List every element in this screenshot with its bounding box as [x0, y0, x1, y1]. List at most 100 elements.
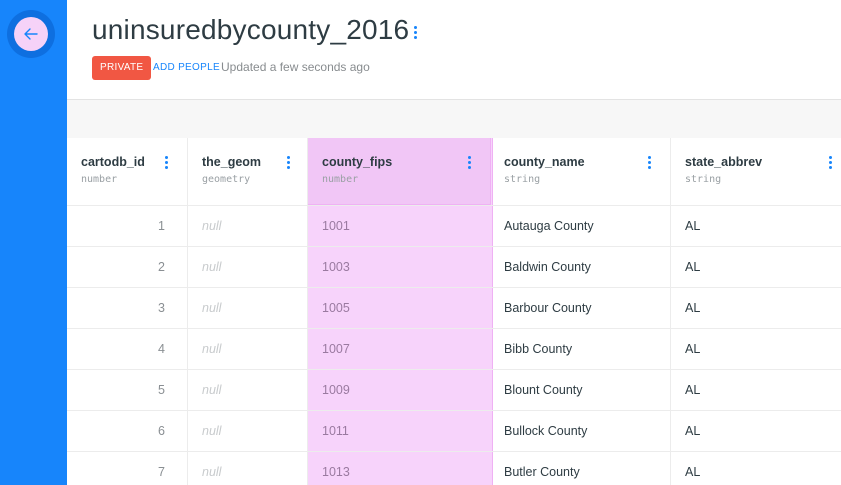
- table-cell-id[interactable]: 6: [67, 411, 188, 451]
- cell-value: Barbour County: [504, 301, 592, 315]
- dataset-options-icon[interactable]: [411, 24, 420, 41]
- table-cell-county[interactable]: Autauga County: [490, 206, 671, 246]
- table-cell-geom[interactable]: null: [188, 247, 308, 287]
- cell-value: Autauga County: [504, 219, 594, 233]
- table-cell-fips[interactable]: 1009: [308, 370, 492, 410]
- column-name: county_name: [504, 155, 585, 169]
- cell-value: 7: [158, 465, 165, 479]
- table-cell-fips[interactable]: 1001: [308, 206, 492, 246]
- add-people-link[interactable]: ADD PEOPLE: [153, 62, 220, 73]
- cell-value: Blount County: [504, 383, 583, 397]
- table-row: 3 null 1005 Barbour County AL: [67, 288, 841, 329]
- table-row: 5 null 1009 Blount County AL: [67, 370, 841, 411]
- column-name: the_geom: [202, 155, 262, 169]
- table-cell-state[interactable]: AL: [671, 370, 841, 410]
- cell-value: AL: [685, 342, 701, 356]
- column-options-icon[interactable]: [162, 154, 171, 171]
- cell-value: AL: [685, 219, 701, 233]
- table-row: 1 null 1001 Autauga County AL: [67, 206, 841, 247]
- table-cell-geom[interactable]: null: [188, 329, 308, 369]
- table-cell-geom[interactable]: null: [188, 288, 308, 328]
- back-button-inner: [14, 17, 48, 51]
- table-cell-county[interactable]: Barbour County: [490, 288, 671, 328]
- table-cell-state[interactable]: AL: [671, 452, 841, 485]
- cell-value: AL: [685, 301, 701, 315]
- table-cell-geom[interactable]: null: [188, 370, 308, 410]
- back-button[interactable]: [7, 10, 55, 58]
- table-header-row: cartodb_id number the_geom geometry coun…: [67, 138, 841, 206]
- cell-value: Butler County: [504, 465, 580, 479]
- column-type: string: [685, 174, 722, 185]
- sidebar: [0, 0, 67, 485]
- cell-value: Bullock County: [504, 424, 588, 438]
- arrow-left-icon: [24, 28, 38, 40]
- cell-value: 1: [158, 219, 165, 233]
- cell-value: AL: [685, 465, 701, 479]
- cell-value: Baldwin County: [504, 260, 591, 274]
- table-cell-fips[interactable]: 1011: [308, 411, 492, 451]
- table-cell-county[interactable]: Bullock County: [490, 411, 671, 451]
- table-cell-state[interactable]: AL: [671, 206, 841, 246]
- table-cell-county[interactable]: Bibb County: [490, 329, 671, 369]
- cell-value: null: [202, 465, 222, 479]
- column-header-cartodb_id[interactable]: cartodb_id number: [67, 138, 188, 205]
- cell-value: 1007: [322, 342, 350, 356]
- column-header-the_geom[interactable]: the_geom geometry: [188, 138, 308, 205]
- column-name: cartodb_id: [81, 155, 145, 169]
- table-row: 4 null 1007 Bibb County AL: [67, 329, 841, 370]
- table-cell-state[interactable]: AL: [671, 247, 841, 287]
- cell-value: 1013: [322, 465, 350, 479]
- table-cell-id[interactable]: 1: [67, 206, 188, 246]
- column-header-county_name[interactable]: county_name string: [490, 138, 671, 205]
- column-header-state_abbrev[interactable]: state_abbrev string: [671, 138, 841, 205]
- table-cell-id[interactable]: 3: [67, 288, 188, 328]
- column-type: string: [504, 174, 541, 185]
- dataset-header: uninsuredbycounty_2016 PRIVATE ADD PEOPL…: [67, 0, 841, 100]
- column-options-icon[interactable]: [645, 154, 654, 171]
- table-cell-id[interactable]: 5: [67, 370, 188, 410]
- cell-value: AL: [685, 383, 701, 397]
- table-cell-geom[interactable]: null: [188, 452, 308, 485]
- table-row: 2 null 1003 Baldwin County AL: [67, 247, 841, 288]
- table-cell-fips[interactable]: 1003: [308, 247, 492, 287]
- cell-value: 6: [158, 424, 165, 438]
- table-cell-id[interactable]: 4: [67, 329, 188, 369]
- column-name: state_abbrev: [685, 155, 763, 169]
- table-cell-geom[interactable]: null: [188, 411, 308, 451]
- cell-value: 1003: [322, 260, 350, 274]
- cell-value: AL: [685, 424, 701, 438]
- column-options-icon[interactable]: [465, 154, 474, 171]
- table-cell-county[interactable]: Butler County: [490, 452, 671, 485]
- cell-value: 3: [158, 301, 165, 315]
- dataset-title[interactable]: uninsuredbycounty_2016: [92, 14, 409, 46]
- cell-value: null: [202, 260, 222, 274]
- column-options-icon[interactable]: [284, 154, 293, 171]
- table-cell-state[interactable]: AL: [671, 288, 841, 328]
- table-cell-geom[interactable]: null: [188, 206, 308, 246]
- cell-value: Bibb County: [504, 342, 573, 356]
- cell-value: null: [202, 301, 222, 315]
- table-cell-county[interactable]: Blount County: [490, 370, 671, 410]
- toolbar-band: [67, 100, 841, 138]
- data-table: cartodb_id number the_geom geometry coun…: [67, 138, 841, 485]
- cell-value: null: [202, 219, 222, 233]
- table-cell-state[interactable]: AL: [671, 411, 841, 451]
- cell-value: 2: [158, 260, 165, 274]
- table-cell-fips[interactable]: 1005: [308, 288, 492, 328]
- column-options-icon[interactable]: [826, 154, 835, 171]
- cell-value: 1005: [322, 301, 350, 315]
- table-cell-id[interactable]: 2: [67, 247, 188, 287]
- table-cell-county[interactable]: Baldwin County: [490, 247, 671, 287]
- table-cell-fips[interactable]: 1007: [308, 329, 492, 369]
- column-type: number: [322, 174, 359, 185]
- table-cell-id[interactable]: 7: [67, 452, 188, 485]
- table-cell-fips[interactable]: 1013: [308, 452, 492, 485]
- table-row: 6 null 1011 Bullock County AL: [67, 411, 841, 452]
- cell-value: 1001: [322, 219, 350, 233]
- table-cell-state[interactable]: AL: [671, 329, 841, 369]
- cell-value: null: [202, 383, 222, 397]
- column-header-county_fips[interactable]: county_fips number: [308, 138, 492, 205]
- cell-value: 1009: [322, 383, 350, 397]
- cell-value: 4: [158, 342, 165, 356]
- privacy-badge[interactable]: PRIVATE: [92, 56, 152, 80]
